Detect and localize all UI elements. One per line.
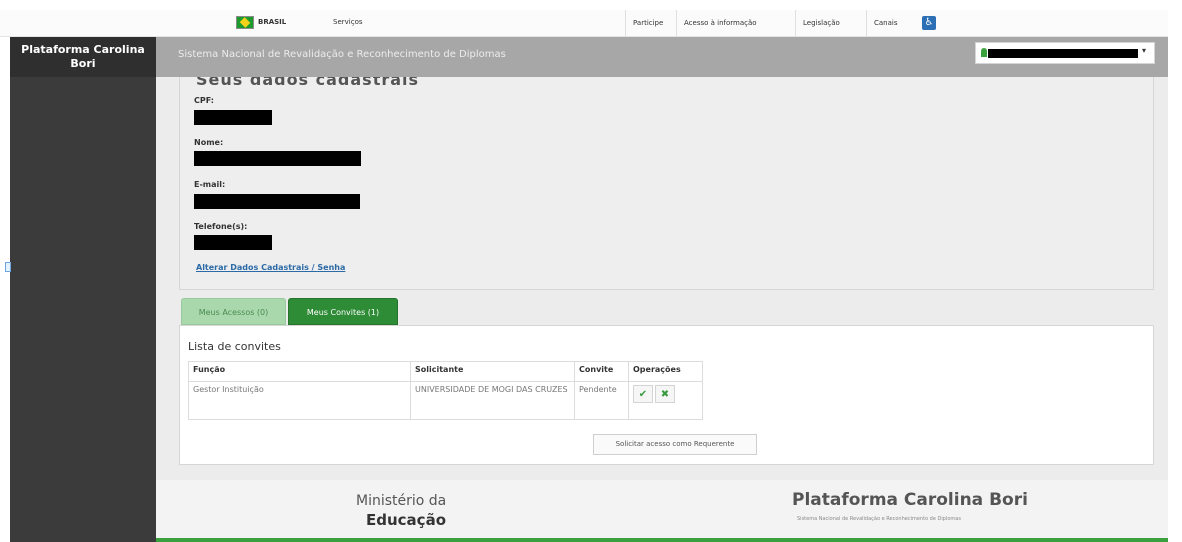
platform-logo-title: Plataforma Carolina Bori: [792, 490, 1028, 510]
footer: Ministério da Educação Plataforma Caroli…: [156, 480, 1168, 538]
user-menu-dropdown[interactable]: ▾: [975, 42, 1155, 64]
sidebar-brand[interactable]: Plataforma Carolina Bori: [10, 37, 156, 77]
redacted-username: [988, 49, 1138, 58]
cell-solicitante: UNIVERSIDADE DE MOGI DAS CRUZES: [410, 381, 575, 420]
legislacao-link[interactable]: Legislação: [795, 10, 847, 37]
telefone-value-redacted: [194, 235, 272, 250]
sidebar-toggle-handle[interactable]: [5, 262, 11, 272]
platform-logo-subtitle: Sistema Nacional de Revalidação e Reconh…: [797, 516, 961, 522]
col-operacoes: Operações: [628, 361, 703, 382]
chevron-down-icon: ▾: [1142, 46, 1147, 55]
alter-data-link[interactable]: Alterar Dados Cadastrais / Senha: [196, 263, 345, 272]
mec-logo-line2: Educação: [366, 511, 446, 529]
col-solicitante: Solicitante: [410, 361, 575, 382]
user-data-panel: Seus dados cadastrais CPF: Nome: E-mail:…: [179, 77, 1154, 290]
request-access-button[interactable]: Solicitar acesso como Requerente: [593, 434, 757, 455]
invites-list-title: Lista de convites: [188, 340, 281, 353]
invites-table: Função Solicitante Convite Operações Ges…: [188, 361, 703, 420]
participe-link[interactable]: Participe: [625, 10, 670, 37]
canais-link[interactable]: Canais: [866, 10, 905, 37]
cell-operacoes: ✔ ✖: [628, 381, 703, 420]
tab-meus-acessos[interactable]: Meus Acessos (0): [181, 298, 286, 325]
system-title: Sistema Nacional de Revalidação e Reconh…: [178, 49, 506, 60]
invites-panel: Lista de convites Função Solicitante Con…: [179, 325, 1154, 465]
col-convite: Convite: [574, 361, 629, 382]
nome-value-redacted: [194, 151, 361, 166]
cell-convite-status: Pendente: [574, 381, 629, 420]
reject-invite-button[interactable]: ✖: [655, 385, 675, 403]
telefone-label: Telefone(s):: [194, 222, 248, 231]
email-value-redacted: [194, 194, 360, 209]
user-icon: [981, 48, 987, 57]
brazil-flag-icon[interactable]: [236, 16, 254, 29]
gov-top-bar: BRASIL Serviços Participe Acesso à infor…: [0, 10, 1168, 37]
cpf-label: CPF:: [194, 96, 214, 105]
acesso-informacao-link[interactable]: Acesso à informação: [676, 10, 764, 37]
table-row: Gestor Instituição UNIVERSIDADE DE MOGI …: [188, 381, 703, 420]
nome-label: Nome:: [194, 138, 224, 147]
col-funcao: Função: [188, 361, 411, 382]
footer-accent-line: [156, 538, 1168, 542]
accept-invite-button[interactable]: ✔: [633, 385, 653, 403]
cpf-value-redacted: [194, 110, 272, 125]
table-header-row: Função Solicitante Convite Operações: [188, 361, 703, 382]
cell-funcao: Gestor Instituição: [188, 381, 411, 420]
servicos-link[interactable]: Serviços: [333, 18, 363, 26]
accessibility-icon[interactable]: ♿: [922, 16, 936, 30]
main-content: Seus dados cadastrais CPF: Nome: E-mail:…: [156, 77, 1168, 480]
mec-logo-line1: Ministério da: [356, 493, 447, 509]
email-label: E-mail:: [194, 180, 226, 189]
tab-meus-convites[interactable]: Meus Convites (1): [288, 298, 398, 325]
sidebar: Plataforma Carolina Bori: [10, 37, 156, 542]
brasil-link[interactable]: BRASIL: [258, 18, 286, 26]
